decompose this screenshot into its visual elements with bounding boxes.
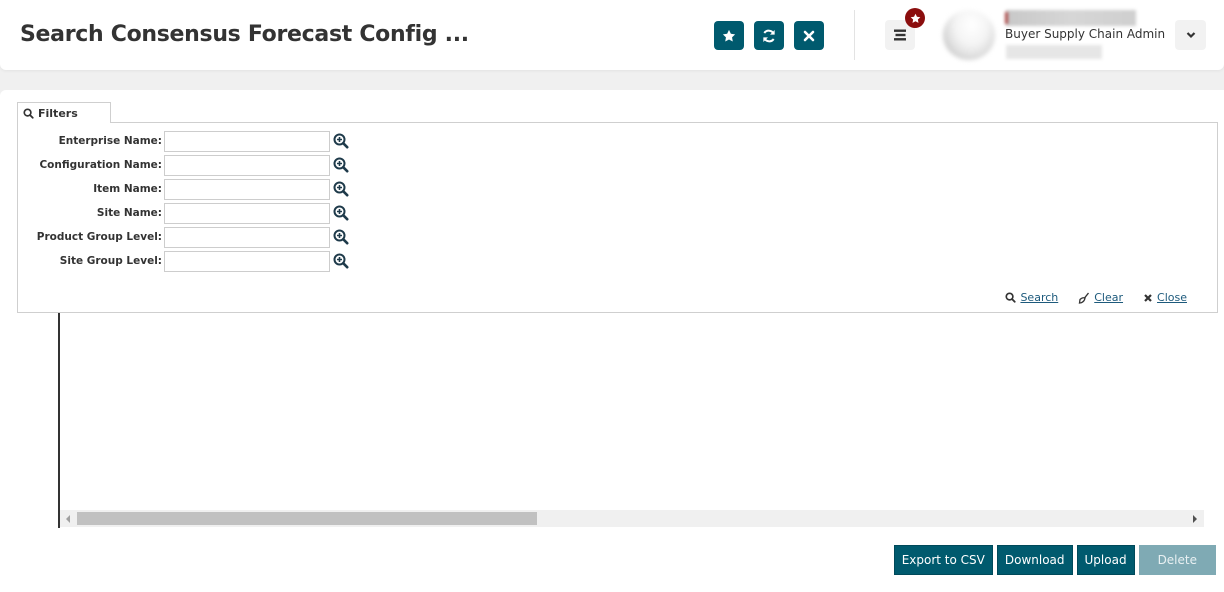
zoom-in-lookup-icon[interactable] bbox=[333, 157, 349, 173]
configuration-name-label: Configuration Name: bbox=[39, 159, 162, 171]
zoom-in-lookup-icon[interactable] bbox=[333, 253, 349, 269]
page-header: Search Consensus Forecast Config ... Buy… bbox=[0, 0, 1224, 70]
upload-button[interactable]: Upload bbox=[1076, 545, 1135, 575]
search-link-label: Search bbox=[1020, 291, 1059, 304]
search-icon bbox=[1005, 292, 1017, 303]
tab-filters[interactable]: Filters bbox=[17, 102, 111, 123]
filter-row-configuration-name: Configuration Name: bbox=[18, 154, 349, 176]
site-group-level-label: Site Group Level: bbox=[59, 255, 162, 267]
zoom-in-lookup-icon[interactable] bbox=[333, 229, 349, 245]
hamburger-menu-icon bbox=[894, 29, 906, 41]
user-name bbox=[1005, 10, 1136, 26]
zoom-in-lookup-icon[interactable] bbox=[333, 205, 349, 221]
item-name-label: Item Name: bbox=[93, 183, 162, 195]
horizontal-scrollbar[interactable] bbox=[60, 510, 1204, 527]
clear-link-label: Clear bbox=[1094, 291, 1124, 304]
scrollbar-thumb[interactable] bbox=[77, 512, 537, 525]
close-page-button[interactable] bbox=[794, 21, 824, 50]
header-divider bbox=[854, 10, 855, 60]
site-group-level-input[interactable] bbox=[164, 250, 330, 272]
delete-button[interactable]: Delete bbox=[1138, 545, 1216, 575]
filter-row-product-group-level: Product Group Level: bbox=[18, 226, 349, 248]
results-grid bbox=[58, 313, 1204, 528]
star-icon bbox=[910, 13, 920, 23]
configuration-name-input[interactable] bbox=[164, 154, 330, 176]
filter-row-enterprise-name: Enterprise Name: bbox=[18, 130, 349, 152]
footer-actions: Export to CSV Download Upload Delete bbox=[893, 545, 1216, 575]
search-link[interactable]: Search bbox=[1005, 291, 1058, 304]
filter-row-site-group-level: Site Group Level: bbox=[18, 250, 349, 272]
search-icon bbox=[23, 107, 34, 119]
site-name-input[interactable] bbox=[164, 202, 330, 224]
site-name-label: Site Name: bbox=[96, 207, 162, 219]
enterprise-name-input[interactable] bbox=[164, 130, 330, 152]
chevron-down-icon bbox=[1186, 32, 1195, 39]
main-content: Filters Enterprise Name: Configuration N… bbox=[0, 90, 1224, 592]
product-group-level-input[interactable] bbox=[164, 226, 330, 248]
filter-row-site-name: Site Name: bbox=[18, 202, 349, 224]
star-icon bbox=[722, 29, 736, 42]
favorite-button[interactable] bbox=[714, 21, 744, 50]
close-link[interactable]: Close bbox=[1143, 291, 1187, 304]
close-icon bbox=[803, 30, 815, 41]
filter-panel: Enterprise Name: Configuration Name: Ite… bbox=[17, 122, 1218, 313]
page-title: Search Consensus Forecast Config ... bbox=[20, 22, 469, 47]
enterprise-name-label: Enterprise Name: bbox=[58, 135, 162, 147]
filter-row-item-name: Item Name: bbox=[18, 178, 349, 200]
clear-link[interactable]: Clear bbox=[1078, 291, 1123, 304]
refresh-icon bbox=[763, 29, 775, 42]
broom-icon bbox=[1078, 292, 1090, 304]
export-csv-button[interactable]: Export to CSV bbox=[893, 545, 993, 575]
user-subtitle bbox=[1006, 45, 1102, 59]
item-name-input[interactable] bbox=[164, 178, 330, 200]
avatar[interactable] bbox=[943, 10, 995, 60]
zoom-in-lookup-icon[interactable] bbox=[333, 133, 349, 149]
notification-badge[interactable] bbox=[905, 8, 925, 28]
download-button[interactable]: Download bbox=[996, 545, 1073, 575]
scroll-left-icon[interactable] bbox=[66, 515, 70, 523]
scroll-right-icon[interactable] bbox=[1193, 515, 1197, 523]
user-role: Buyer Supply Chain Admin bbox=[1005, 27, 1166, 41]
refresh-button[interactable] bbox=[754, 21, 784, 50]
zoom-in-lookup-icon[interactable] bbox=[333, 181, 349, 197]
user-dropdown-button[interactable] bbox=[1175, 20, 1206, 50]
close-link-label: Close bbox=[1157, 291, 1187, 304]
tab-filters-label: Filters bbox=[38, 106, 78, 120]
close-icon bbox=[1144, 293, 1152, 302]
filter-actions: Search Clear Close bbox=[1005, 291, 1187, 304]
product-group-level-label: Product Group Level: bbox=[36, 231, 162, 243]
